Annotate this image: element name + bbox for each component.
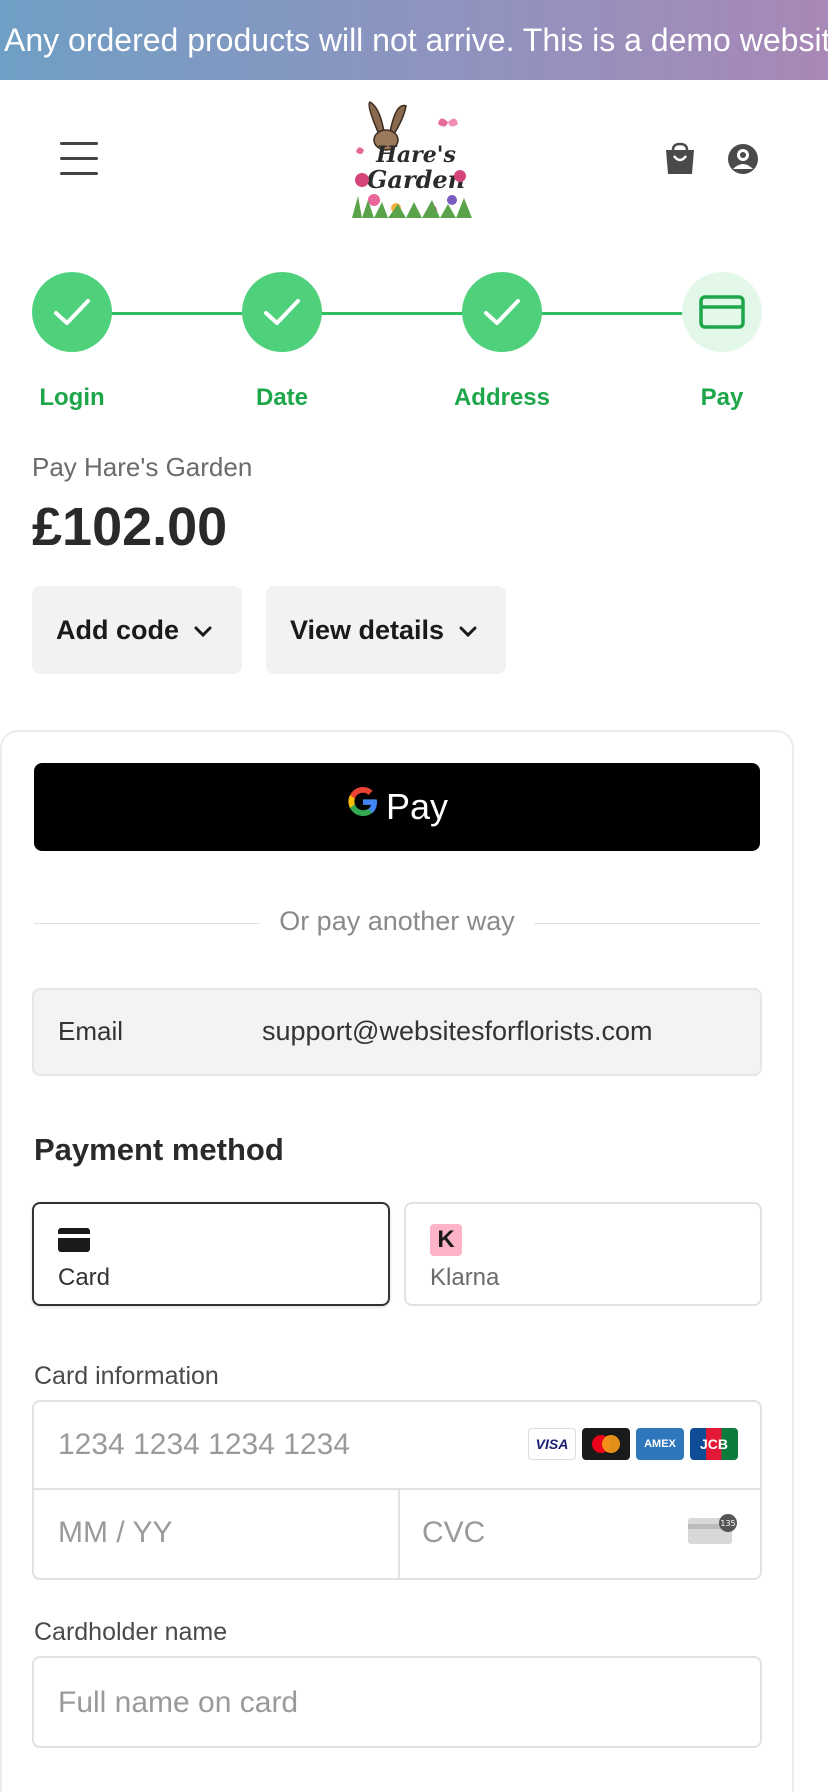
- payment-method-card-label: Card: [58, 1264, 111, 1291]
- google-g-icon: [346, 785, 380, 829]
- cardholder-name-field[interactable]: Full name on card: [32, 1656, 762, 1748]
- or-divider: Or pay another way: [34, 906, 760, 940]
- payment-method-klarna[interactable]: K Klarna: [404, 1202, 762, 1306]
- card-number-field[interactable]: 1234 1234 1234 1234 VISA AMEX JCB: [34, 1402, 760, 1490]
- step-connector: [110, 312, 244, 315]
- step-pay-card-icon: [682, 272, 762, 352]
- step-connector: [320, 312, 466, 315]
- payment-method-title: Payment method: [34, 1132, 284, 1167]
- view-details-label: View details: [290, 614, 445, 645]
- menu-icon[interactable]: [60, 142, 98, 176]
- divider-text: Or pay another way: [265, 906, 529, 936]
- demo-banner: Any ordered products will not arrive. Th…: [0, 0, 828, 80]
- jcb-icon: JCB: [690, 1428, 738, 1460]
- total-amount: £102.00: [32, 497, 228, 557]
- site-header: Hare's Garden: [0, 80, 828, 230]
- add-code-button[interactable]: Add code: [32, 586, 242, 674]
- email-field[interactable]: Email support@websitesforflorists.com: [32, 988, 762, 1076]
- step-address-check-icon[interactable]: [462, 272, 542, 352]
- cardholder-placeholder: Full name on card: [58, 1686, 299, 1719]
- card-information-label: Card information: [34, 1362, 219, 1390]
- add-code-label: Add code: [56, 614, 180, 645]
- step-date-check-icon[interactable]: [242, 272, 322, 352]
- email-label: Email: [58, 1016, 124, 1046]
- klarna-icon: K: [430, 1224, 462, 1256]
- card-number-placeholder: 1234 1234 1234 1234: [58, 1428, 350, 1461]
- expiry-field[interactable]: [32, 1488, 396, 1578]
- step-login-check-icon[interactable]: [32, 272, 112, 352]
- payment-method-klarna-label: Klarna: [430, 1264, 500, 1291]
- svg-text:Garden: Garden: [367, 165, 465, 194]
- step-connector: [540, 312, 686, 315]
- google-pay-button[interactable]: Pay: [34, 763, 760, 851]
- checkout-steps: Login Date Address Pay: [0, 268, 828, 418]
- card-brands: VISA AMEX JCB: [528, 1428, 738, 1460]
- step-label-date: Date: [255, 384, 309, 411]
- payment-method-card[interactable]: Card: [32, 1202, 390, 1306]
- chevron-down-icon: [193, 615, 213, 646]
- google-pay-label: Pay: [385, 786, 449, 827]
- pay-merchant-label: Pay Hare's Garden: [32, 452, 253, 482]
- card-icon: [58, 1228, 90, 1257]
- hares-garden-logo[interactable]: Hare's Garden: [348, 100, 478, 220]
- cart-icon[interactable]: [664, 142, 696, 176]
- step-label-address: Address: [453, 384, 551, 411]
- mastercard-icon: [582, 1428, 630, 1460]
- cvc-field[interactable]: [398, 1488, 762, 1578]
- cardholder-name-label: Cardholder name: [34, 1618, 228, 1646]
- view-details-button[interactable]: View details: [266, 586, 506, 674]
- email-value: support@websitesforflorists.com: [262, 1016, 653, 1046]
- user-icon[interactable]: [726, 142, 760, 176]
- step-label-pay: Pay: [700, 384, 744, 411]
- visa-icon: VISA: [528, 1428, 576, 1460]
- step-label-login: Login: [39, 384, 105, 411]
- amex-icon: AMEX: [636, 1428, 684, 1460]
- chevron-down-icon: [458, 615, 478, 646]
- klarna-badge: K: [430, 1224, 462, 1256]
